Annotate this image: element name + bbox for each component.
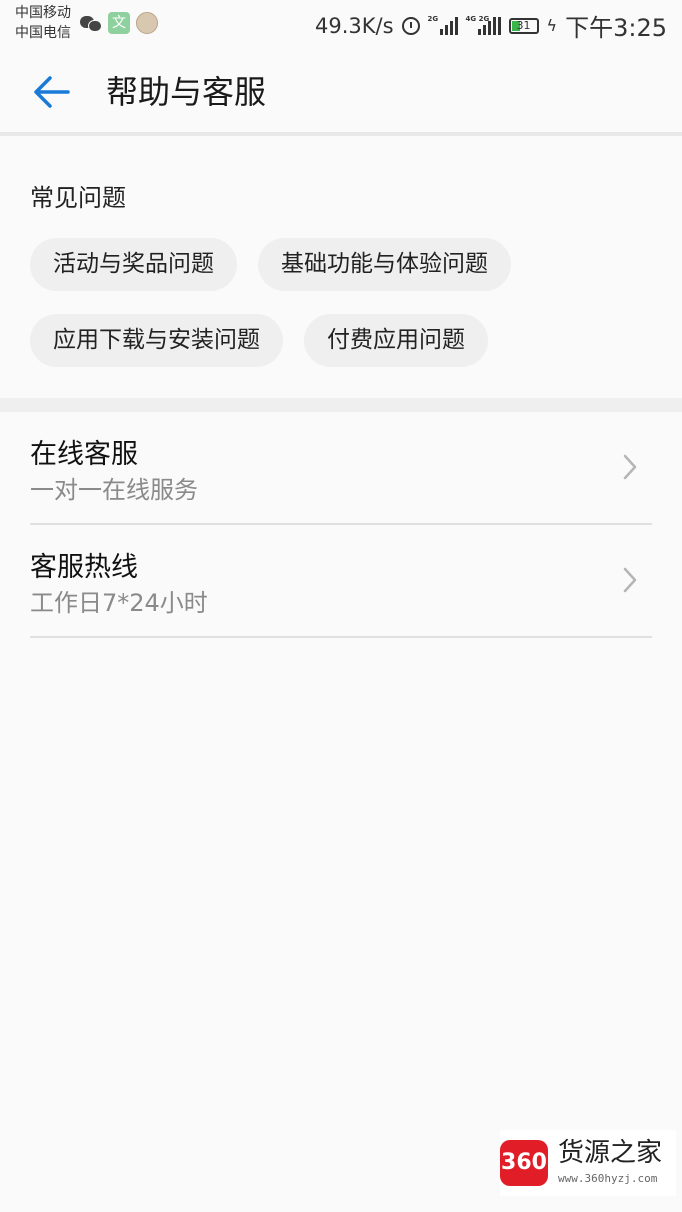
watermark-name: 货源之家 [558, 1138, 663, 1168]
app-notification-icon [136, 12, 158, 34]
wechat-icon [80, 14, 102, 32]
list-item-hotline[interactable]: 客服热线 工作日7*24小时 [30, 525, 652, 638]
back-button[interactable] [28, 70, 76, 114]
carrier-info: 中国移动 中国电信 [15, 3, 71, 43]
list-item-subtitle: 工作日7*24小时 [30, 589, 208, 617]
wen-app-icon: 文 [108, 12, 130, 34]
faq-chip-paid-apps[interactable]: 付费应用问题 [304, 314, 488, 367]
alarm-clock-icon [401, 16, 420, 35]
signal-1-tag: 2G [427, 14, 439, 23]
list-item-online-service[interactable]: 在线客服 一对一在线服务 [30, 412, 652, 525]
watermark-url: www.360hyzj.com [558, 1172, 658, 1185]
chevron-right-icon [623, 454, 637, 480]
watermark: 360 货源之家 www.360hyzj.com [500, 1130, 676, 1196]
app-header: 帮助与客服 [0, 48, 682, 132]
signal-2-icon: 4G 2G [465, 14, 501, 35]
signal-2-tag: 4G 2G [465, 14, 490, 23]
lightning-icon: ϟ [546, 16, 558, 35]
battery-icon: 31 [508, 17, 539, 34]
battery-level: 31 [516, 18, 531, 32]
chevron-right-icon [623, 567, 637, 593]
watermark-logo: 360 [500, 1140, 548, 1186]
arrow-left-icon [34, 76, 70, 108]
faq-chip-activities[interactable]: 活动与奖品问题 [30, 238, 237, 291]
faq-chip-download-install[interactable]: 应用下载与安装问题 [30, 314, 283, 367]
page-title: 帮助与客服 [106, 73, 267, 111]
list-item-subtitle: 一对一在线服务 [30, 476, 198, 504]
signal-icon: 2G [427, 14, 458, 35]
service-list: 在线客服 一对一在线服务 客服热线 工作日7*24小时 [0, 412, 682, 638]
faq-title: 常见问题 [30, 184, 126, 212]
faq-chip-basic-features[interactable]: 基础功能与体验问题 [258, 238, 511, 291]
notification-icons: 文 [80, 12, 158, 34]
list-item-title: 在线客服 [30, 439, 138, 470]
carrier-2: 中国电信 [15, 25, 71, 41]
faq-section: 常见问题 活动与奖品问题 基础功能与体验问题 应用下载与安装问题 付费应用问题 [0, 136, 682, 398]
net-speed: 49.3K/s [314, 13, 394, 38]
status-right: 49.3K/s 2G 4G 2G 31 ϟ 下午3:25 [315, 8, 667, 43]
faq-chips: 活动与奖品问题 基础功能与体验问题 应用下载与安装问题 付费应用问题 [30, 238, 660, 367]
status-bar: 中国移动 中国电信 文 49.3K/s 2G 4G 2G 31 ϟ 下午3:25 [0, 0, 682, 48]
clock-time: 下午3:25 [565, 14, 667, 42]
list-item-title: 客服热线 [30, 552, 138, 583]
section-divider [0, 398, 682, 412]
carrier-1: 中国移动 [15, 5, 71, 21]
